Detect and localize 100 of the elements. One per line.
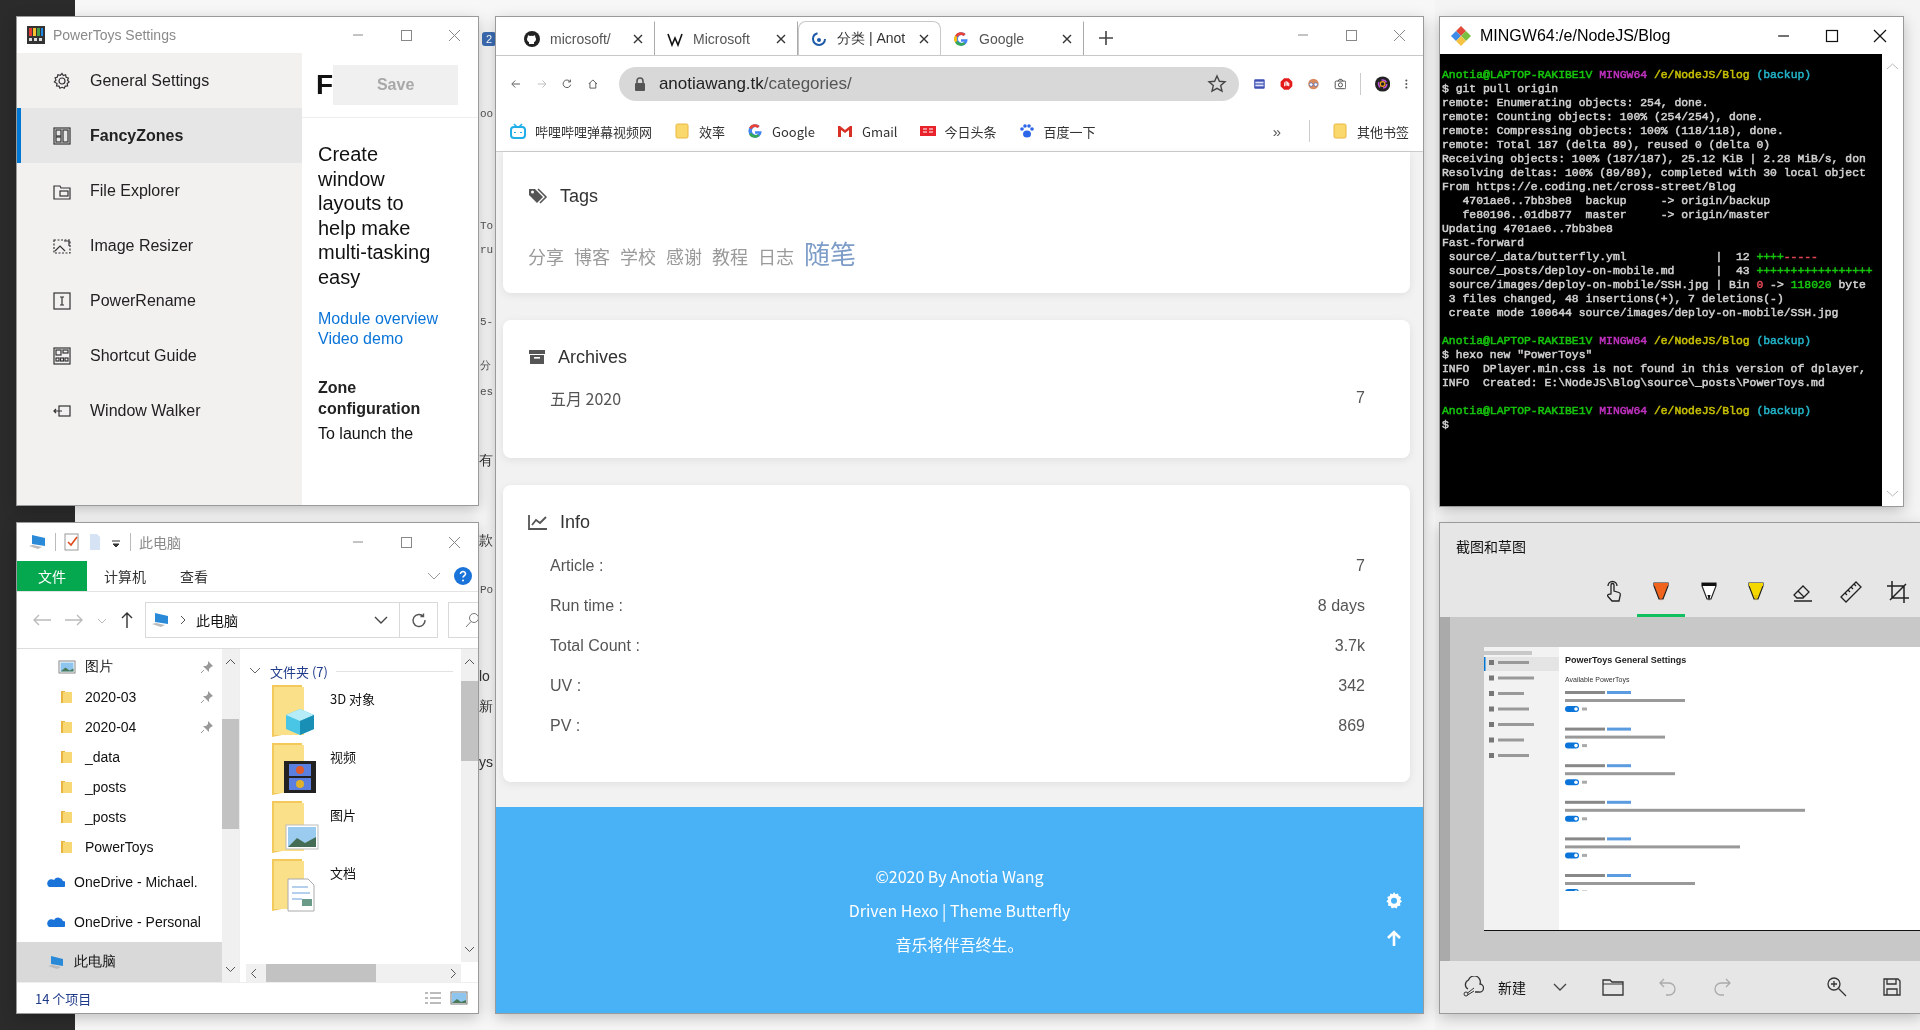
chevron-down-icon[interactable]: [248, 666, 262, 676]
star-icon[interactable]: [1206, 73, 1227, 94]
close-icon[interactable]: [1061, 32, 1073, 45]
details-view-icon[interactable]: [424, 991, 442, 1005]
search-icon: [464, 612, 478, 628]
background-text: 款: [479, 532, 493, 550]
navigation-item[interactable]: _posts: [17, 772, 222, 802]
folder-item[interactable]: 3D 对象: [248, 683, 453, 741]
link[interactable]: Module overview: [318, 309, 439, 329]
archive-link[interactable]: 五月 2020: [550, 386, 622, 410]
new-snip-button[interactable]: 新建: [1456, 975, 1532, 999]
close-icon[interactable]: [632, 32, 644, 45]
checklist-icon[interactable]: [64, 533, 80, 551]
forward-arrow-icon[interactable]: [63, 612, 85, 628]
group-header[interactable]: 文件夹 (7): [270, 661, 328, 681]
link[interactable]: Video demo: [318, 329, 404, 349]
pin-icon[interactable]: [200, 720, 214, 734]
terminal-line: remote: Enumerating objects: 254, done.: [1442, 96, 1710, 110]
sidebar-item[interactable]: PowerRename: [17, 273, 302, 328]
sidebar-item[interactable]: Image Resizer: [17, 218, 302, 273]
redo-icon[interactable]: [1712, 977, 1732, 997]
folder-icon[interactable]: [1602, 978, 1624, 996]
navigation-item[interactable]: _posts: [17, 802, 222, 832]
refresh-button[interactable]: [400, 602, 438, 638]
bookmark[interactable]: Google: [747, 121, 815, 141]
terminal-line: fe80196..01db877 master -> origin/master: [1461, 208, 1772, 222]
bookmark-folder[interactable]: 其他书签: [1332, 121, 1409, 141]
grid-icon: [53, 346, 71, 365]
terminal-line: source/_data/butterfly.yml | 12 ++++-----: [1447, 250, 1819, 264]
address-bar[interactable]: 此电脑: [145, 602, 400, 638]
background-text: Po: [480, 584, 494, 596]
picture-folder-icon: [270, 799, 320, 855]
more-bookmarks-button[interactable]: »: [1266, 121, 1287, 141]
scrollbar[interactable]: [461, 649, 478, 962]
navigation-item[interactable]: 此电脑: [17, 942, 222, 982]
sidebar-item[interactable]: General Settings: [17, 53, 302, 108]
terminal-line: INFO Created: E:\NodeJS\Blog\source\_posts\PowerToys.md: [1442, 376, 1826, 390]
background-text: 新: [479, 698, 493, 716]
help-icon[interactable]: [454, 567, 472, 585]
folder-item[interactable]: 图片: [248, 799, 453, 857]
navigation-item[interactable]: PowerToys: [17, 832, 222, 862]
new-tab-button[interactable]: [1098, 30, 1114, 46]
chevron-down-icon[interactable]: [373, 614, 389, 626]
page-heading: F: [316, 69, 334, 101]
ribbon-tab[interactable]: 查看: [163, 561, 225, 591]
terminal-line: Anotia@LAPTOP-RAKIBE1V MINGW64 /e/NodeJS/Blog (backup): [1442, 404, 1813, 418]
zoom-in-icon[interactable]: [1826, 976, 1848, 998]
terminal-line: create mode 100644 source/images/deploy-on-mobile/SSH.jpg: [1447, 306, 1840, 320]
address-bar[interactable]: anotiawang.tk/categories/: [618, 66, 1239, 101]
close-icon[interactable]: [918, 32, 930, 45]
sidebar-item[interactable]: Window Walker: [17, 383, 302, 438]
navigation-item[interactable]: 2020-03: [17, 682, 222, 712]
sidebar-item[interactable]: Shortcut Guide: [17, 328, 302, 383]
sidebar-item[interactable]: File Explorer: [17, 163, 302, 218]
bookmark[interactable]: 哔哩哔哩弹幕视频网: [510, 121, 652, 141]
stat-value: 869: [1338, 717, 1365, 735]
bookmark[interactable]: Gmail: [837, 121, 898, 141]
navigation-item[interactable]: 图片: [17, 652, 222, 682]
folder-icon: [674, 123, 690, 139]
scrollbar[interactable]: [222, 649, 239, 982]
window-title: 截图和草图: [1455, 535, 1527, 558]
terminal-line: From https://e.coding.net/cross-street/Blog: [1442, 180, 1737, 194]
stat-value: 342: [1338, 677, 1365, 695]
folder-item[interactable]: 文档: [248, 857, 453, 915]
bookmark[interactable]: 今日头条: [919, 121, 997, 141]
close-icon[interactable]: [775, 32, 787, 45]
ribbon-tab[interactable]: 计算机: [87, 561, 163, 591]
search-field[interactable]: [448, 602, 478, 638]
back-arrow-icon[interactable]: [31, 612, 53, 628]
terminal-line: source/images/deploy-on-mobile/SSH.jpg | Bin 0 -> 118020 byte: [1447, 278, 1867, 292]
chevron-right-icon: [178, 614, 188, 626]
layout-icon: [53, 126, 71, 145]
cloud-scissors-icon: [1462, 976, 1484, 998]
navigation-item[interactable]: OneDrive - Personal: [17, 902, 222, 942]
browser-tab[interactable]: 分类 | Anot: [798, 21, 941, 55]
bookmark[interactable]: 百度一下: [1018, 121, 1096, 141]
navigation-item[interactable]: _data: [17, 742, 222, 772]
save-icon[interactable]: [1882, 977, 1902, 997]
envelope-icon: [837, 123, 853, 139]
pin-icon[interactable]: [200, 690, 214, 704]
browser-tab[interactable]: Google: [941, 21, 1084, 55]
scrollbar[interactable]: [246, 964, 461, 982]
ruler-icon: [1838, 579, 1863, 604]
settings-icon[interactable]: [1385, 892, 1403, 910]
terminal-line: $ hexo new "PowerToys": [1442, 348, 1594, 362]
bookmark[interactable]: 效率: [674, 121, 726, 141]
navigation-item[interactable]: 2020-04: [17, 712, 222, 742]
sidebar-item[interactable]: FancyZones: [17, 108, 302, 163]
chevron-down-icon[interactable]: [1552, 981, 1568, 993]
undo-icon[interactable]: [1658, 977, 1678, 997]
pin-icon[interactable]: [200, 660, 214, 674]
browser-tab[interactable]: microsoft/: [512, 21, 655, 55]
folder-item[interactable]: 视频: [248, 741, 453, 799]
up-arrow-icon[interactable]: [119, 611, 135, 629]
thumbnail-view-icon[interactable]: [450, 991, 468, 1005]
window-title: MINGW64:/e/NodeJS/Blog: [1480, 26, 1671, 45]
terminal-line: Receiving objects: 100% (187/187), 25.12 KiB | 2.28 MiB/s, don: [1442, 152, 1867, 166]
navigation-item[interactable]: OneDrive - Michael.: [17, 862, 222, 902]
terminal-line: Resolving deltas: 100% (89/89), completed with 30 local object: [1442, 166, 1867, 180]
footer-text: Driven Hexo | Theme Butterfly: [848, 897, 1071, 924]
